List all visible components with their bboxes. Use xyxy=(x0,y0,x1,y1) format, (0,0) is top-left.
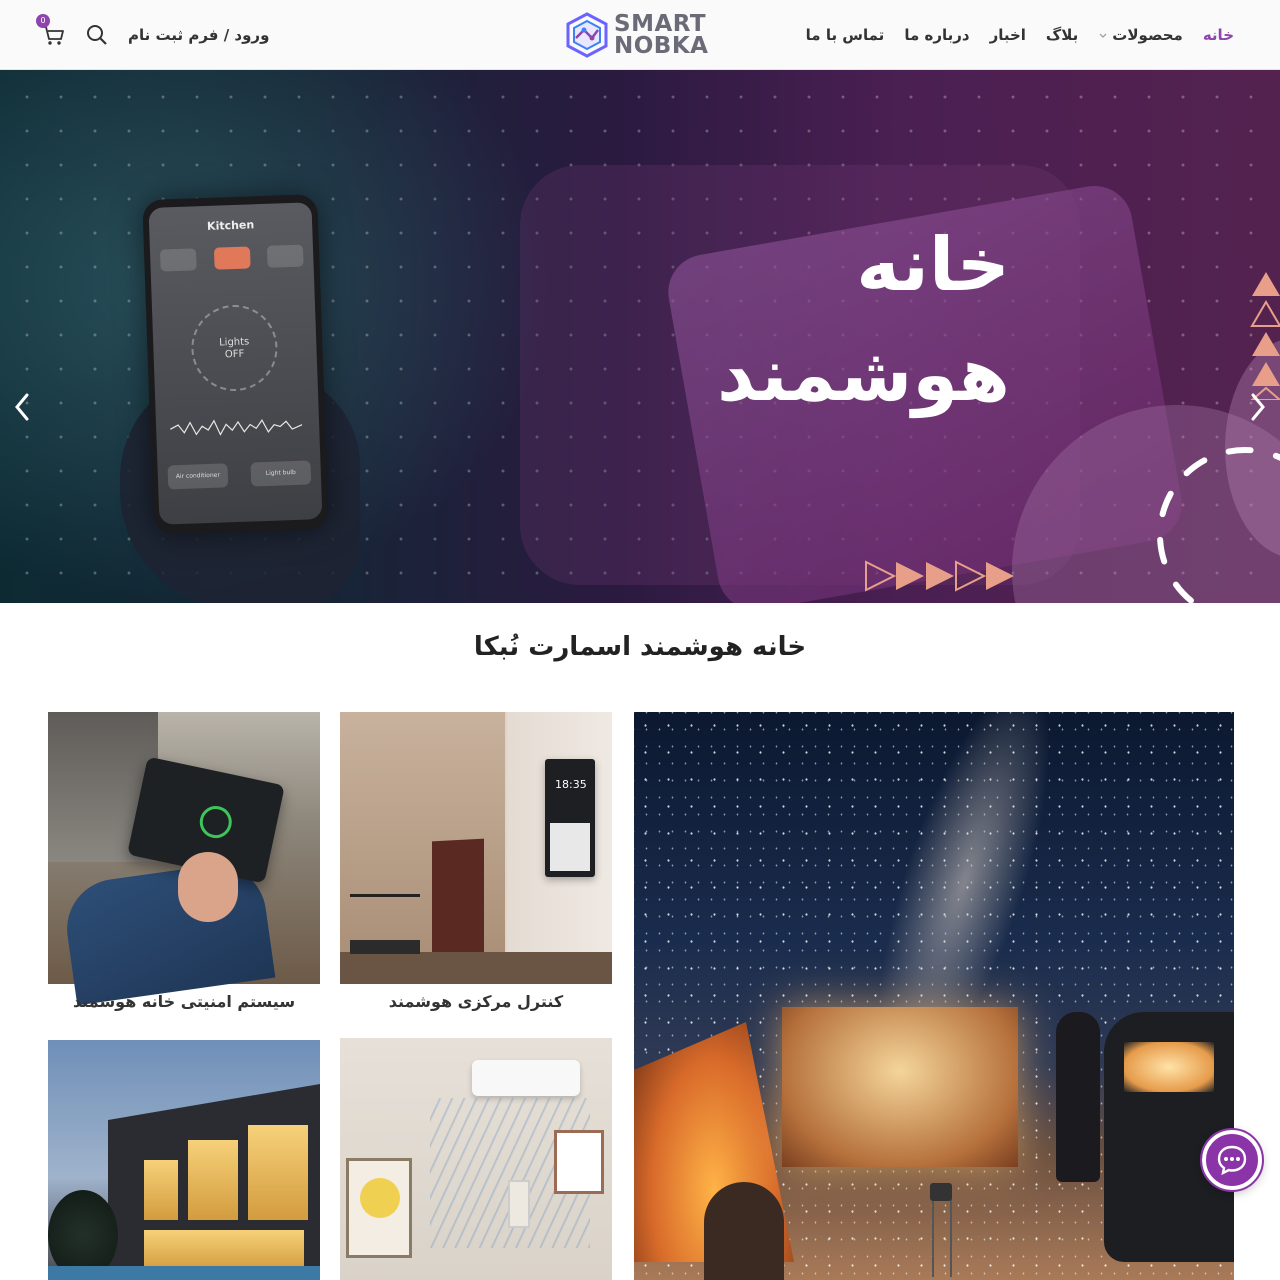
sitting-person xyxy=(704,1182,784,1280)
phone-screen: Kitchen Lights OFF Light bulb Air condit… xyxy=(148,202,323,525)
picture-frame xyxy=(554,1130,604,1194)
chevron-right-icon[interactable] xyxy=(1246,390,1270,424)
login-register-link[interactable]: ورود / فرم ثبت نام xyxy=(128,26,269,44)
card-caption-security: سیستم امنیتی خانه هوشمند xyxy=(72,992,296,1011)
nav-about[interactable]: درباره ما xyxy=(904,26,969,44)
house-window xyxy=(188,1140,238,1220)
control-panel-device xyxy=(545,759,595,877)
arm-shape xyxy=(178,852,238,922)
house-window xyxy=(248,1125,308,1220)
floor-shape xyxy=(340,952,612,984)
phone-tile xyxy=(159,248,197,272)
modern-house-image xyxy=(48,1040,320,1280)
dashed-ring-shape xyxy=(1157,447,1280,603)
chair-shape xyxy=(350,894,420,954)
pool-shape xyxy=(48,1266,320,1280)
nav-contact[interactable]: تماس با ما xyxy=(806,26,885,44)
hero-slider: خانه هوشمند Kitchen Lights OFF Light bul… xyxy=(0,70,1280,603)
site-header: خانه محصولات بلاگ اخبار درباره ما تماس ب… xyxy=(0,0,1280,70)
phone-tiles xyxy=(159,244,304,272)
house-window xyxy=(144,1230,304,1270)
nav-news[interactable]: اخبار xyxy=(990,26,1026,44)
outdoor-projector-image xyxy=(634,712,1234,1280)
hero-title-line1: خانه xyxy=(856,222,1010,308)
projector-tripod xyxy=(930,1183,952,1277)
nav-products[interactable]: محصولات xyxy=(1098,26,1183,44)
product-card-control[interactable]: 18:35 کنترل مرکزی هوشمند xyxy=(340,712,612,1017)
main-nav: خانه محصولات بلاگ اخبار درباره ما تماس ب… xyxy=(806,0,1234,70)
site-logo[interactable]: SMART NOBKA xyxy=(566,10,716,60)
waveform-icon xyxy=(169,418,303,436)
nav-blog[interactable]: بلاگ xyxy=(1046,26,1078,44)
legs-shape xyxy=(60,858,276,1006)
hero-title: خانه هوشمند xyxy=(630,210,1010,430)
phone-tile xyxy=(266,244,304,268)
logo-line2: NOBKA xyxy=(614,33,709,59)
phone-device-light: Light bulb xyxy=(250,460,312,487)
triangle-pattern-icon xyxy=(1250,272,1280,400)
nav-home[interactable]: خانه xyxy=(1203,26,1234,44)
cart-button[interactable]: 0 xyxy=(36,14,66,48)
picture-frame xyxy=(508,1180,530,1228)
play-arrows-icon xyxy=(865,560,1014,592)
phone-lights-status: Lights OFF xyxy=(191,336,278,363)
hero-title-line2: هوشمند xyxy=(716,332,1010,418)
phone-screen-title: Kitchen xyxy=(206,218,255,233)
smartphone-image: Kitchen Lights OFF Light bulb Air condit… xyxy=(142,194,329,535)
phone-tile-active xyxy=(213,246,251,270)
phone-device-ac: Air conditioner xyxy=(167,463,229,490)
chevron-left-icon[interactable] xyxy=(10,390,34,424)
nav-products-label: محصولات xyxy=(1112,26,1183,44)
search-icon[interactable] xyxy=(86,24,108,46)
wall-art xyxy=(432,838,484,962)
house-window xyxy=(144,1160,178,1220)
chevron-down-icon xyxy=(1099,33,1107,38)
product-card-building[interactable] xyxy=(48,1040,320,1280)
product-card-ac[interactable] xyxy=(340,1038,612,1280)
cart-count-badge: 0 xyxy=(36,14,50,28)
security-tablet-image xyxy=(48,712,320,1006)
air-conditioner-unit xyxy=(472,1060,580,1096)
logo-line1: SMART xyxy=(614,11,707,37)
product-card-projector[interactable] xyxy=(634,712,1234,1280)
logo-wordmark: SMART NOBKA xyxy=(614,11,709,59)
section-title: خانه هوشمند اسمارت نُبکا xyxy=(473,632,807,662)
air-conditioner-image xyxy=(340,1038,612,1280)
card-caption-control: کنترل مرکزی هوشمند xyxy=(388,992,564,1011)
picture-sun xyxy=(360,1178,400,1218)
chat-button[interactable] xyxy=(1200,1128,1264,1192)
car-light xyxy=(1124,1042,1214,1092)
header-actions: 0 ورود / فرم ثبت نام xyxy=(36,0,269,70)
projection-screen xyxy=(782,1007,1018,1167)
person-silhouette xyxy=(1056,1012,1100,1182)
chat-icon xyxy=(1217,1145,1247,1176)
logo-mark-icon xyxy=(566,12,608,58)
phone-devices: Light bulb Air conditioner xyxy=(167,460,312,490)
panel-clock: 18:35 xyxy=(555,778,587,791)
wall-control-panel-image: 18:35 xyxy=(340,712,612,984)
product-card-security[interactable]: سیستم امنیتی خانه هوشمند xyxy=(48,712,320,1017)
